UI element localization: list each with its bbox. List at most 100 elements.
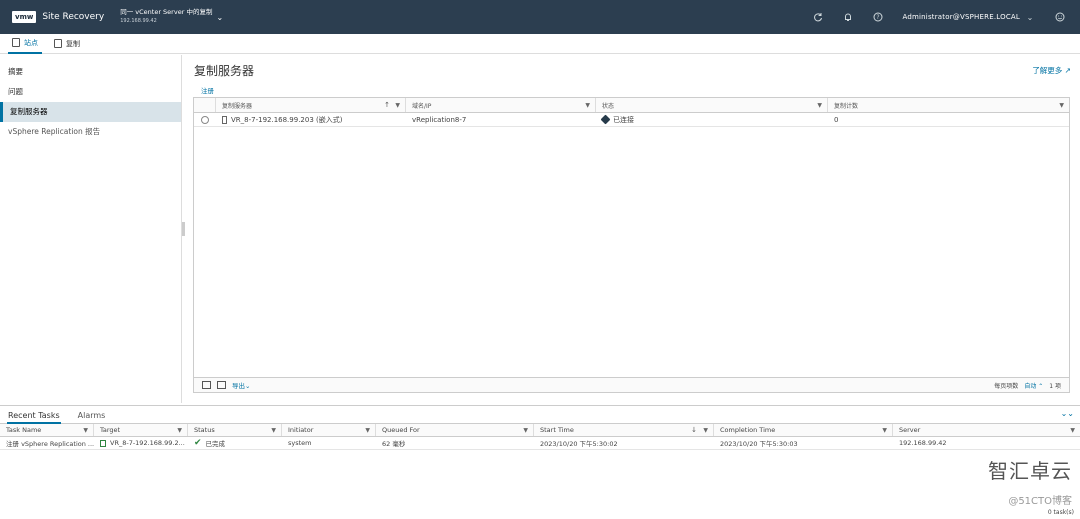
filter-icon[interactable]: ▼ <box>882 427 887 434</box>
cell-task-name: 注册 vSphere Replication ... <box>6 440 94 448</box>
column-header-target[interactable]: Target ▼ <box>94 424 188 436</box>
filter-icon[interactable]: ▼ <box>83 427 88 434</box>
register-button[interactable]: 注册 <box>201 85 214 95</box>
app-header: vmw Site Recovery 同一 vCenter Server 中的复制… <box>0 0 1080 34</box>
filter-icon[interactable]: ▼ <box>365 427 370 434</box>
tasks-grid-header: Task Name ▼ Target ▼ Status ▼ Initiator ▼ Qu… <box>0 424 1080 437</box>
learn-more-link[interactable]: 了解更多 ↗ <box>1032 65 1071 76</box>
collapse-panel-icon[interactable]: ⌄⌄ <box>1061 409 1074 418</box>
replication-servers-grid: 复制服务器 ↑ ▼ 域名/IP ▼ 状态 ▼ 复制计数 ▼ VR_8-7-192… <box>193 97 1070 393</box>
server-name[interactable]: VR_8-7-192.168.99.203 (嵌入式) <box>231 115 342 125</box>
vcenter-name: 同一 vCenter Server 中的复制 <box>120 8 213 16</box>
help-icon[interactable]: ? <box>872 11 884 23</box>
sort-asc-icon[interactable]: ↑ <box>384 101 390 109</box>
column-label: 域名/IP <box>412 102 432 110</box>
grid-footer: 导出⌄ 每页项数 自动 ⌃ 1 项 <box>194 377 1069 392</box>
chevron-down-icon[interactable]: ⌄ <box>216 13 223 22</box>
column-label: 状态 <box>602 102 615 110</box>
column-header-count[interactable]: 复制计数 ▼ <box>828 98 1069 112</box>
learn-more-label: 了解更多 <box>1032 66 1063 75</box>
filter-icon[interactable]: ▼ <box>395 102 400 109</box>
nav-item-vr-reports[interactable]: vSphere Replication 报告 <box>0 122 181 142</box>
check-icon: ✔ <box>194 438 202 448</box>
column-header-initiator[interactable]: Initiator ▼ <box>282 424 376 436</box>
cell-ip: vReplication8-7 <box>412 115 467 124</box>
vr-appliance-icon <box>100 439 106 447</box>
table-row[interactable]: VR_8-7-192.168.99.203 (嵌入式) vReplication… <box>194 113 1069 127</box>
column-label: Start Time <box>540 426 574 434</box>
tab-recent-tasks[interactable]: Recent Tasks <box>7 406 61 424</box>
column-header-queued-for[interactable]: Queued For ▼ <box>376 424 534 436</box>
filter-icon[interactable]: ▼ <box>523 427 528 434</box>
vcenter-picker[interactable]: 同一 vCenter Server 中的复制 192.168.99.42 <box>120 8 212 26</box>
table-row[interactable]: 注册 vSphere Replication ... VR_8-7-192.16… <box>0 437 1080 450</box>
grid-header: 复制服务器 ↑ ▼ 域名/IP ▼ 状态 ▼ 复制计数 ▼ <box>194 98 1069 113</box>
filter-icon[interactable]: ▼ <box>177 427 182 434</box>
filter-icon[interactable]: ▼ <box>1070 427 1075 434</box>
select-column-header <box>194 98 216 112</box>
server-icon <box>222 115 227 124</box>
left-navigation: 摘要 问题 复制服务器 vSphere Replication 报告 <box>0 55 182 403</box>
cell-count: 0 <box>834 115 839 124</box>
copy-icon <box>54 39 62 48</box>
export-label: 导出 <box>232 382 245 390</box>
tab-alarms[interactable]: Alarms <box>77 406 107 424</box>
sort-desc-icon[interactable]: ↓ <box>691 426 697 434</box>
column-header-status[interactable]: Status ▼ <box>188 424 282 436</box>
connected-icon <box>600 114 611 125</box>
smiley-feedback-icon[interactable] <box>1054 11 1066 23</box>
external-link-icon: ↗ <box>1064 66 1071 75</box>
vcenter-ip: 192.168.99.42 <box>120 18 157 24</box>
filter-icon[interactable]: ▼ <box>585 102 590 109</box>
user-menu[interactable]: Administrator@VSPHERE.LOCAL <box>902 13 1020 21</box>
cell-status: ✔ 已完成 <box>188 437 282 449</box>
export-button[interactable]: 导出⌄ <box>232 380 250 390</box>
column-label: Target <box>100 426 121 434</box>
column-toggle-icon[interactable] <box>202 381 211 389</box>
nav-item-replication-servers[interactable]: 复制服务器 <box>0 102 181 122</box>
recent-tasks-panel: Recent Tasks Alarms ⌄⌄ Task Name ▼ Target… <box>0 405 1080 519</box>
column-label: Server <box>899 426 921 434</box>
cell-status: 已连接 <box>596 113 828 126</box>
column-header-completion-time[interactable]: Completion Time ▼ <box>714 424 893 436</box>
tab-label: 站点 <box>24 38 38 47</box>
cell-completion-time: 2023/10/20 下午5:30:03 <box>720 440 798 448</box>
site-icon <box>12 38 20 47</box>
cell-queued-for: 62 毫秒 <box>382 440 406 448</box>
column-label: Queued For <box>382 426 420 434</box>
vmware-logo: vmw <box>12 11 37 23</box>
column-label: Initiator <box>288 426 314 434</box>
column-header-ip[interactable]: 域名/IP ▼ <box>406 98 596 112</box>
filter-icon[interactable]: ▼ <box>271 427 276 434</box>
bell-icon[interactable] <box>842 11 854 23</box>
status-text: 已连接 <box>613 115 634 124</box>
column-header-server[interactable]: Server ▼ <box>893 424 1080 436</box>
page-title: 复制服务器 <box>194 64 255 78</box>
column-header-task-name[interactable]: Task Name ▼ <box>0 424 94 436</box>
status-text: 已完成 <box>205 440 226 448</box>
cell-server: VR_8-7-192.168.99.203 (嵌入式) <box>216 113 406 126</box>
main-content: 复制服务器 了解更多 ↗ 注册 复制服务器 ↑ ▼ 域名/IP ▼ 状态 ▼ 复… <box>185 55 1080 403</box>
task-count: 0 task(s) <box>1047 509 1074 516</box>
refresh-icon[interactable] <box>812 11 824 23</box>
column-label: Completion Time <box>720 426 776 434</box>
detail-pane-icon[interactable] <box>217 381 226 389</box>
column-header-start-time[interactable]: Start Time ↓ ▼ <box>534 424 714 436</box>
tab-sites[interactable]: 站点 <box>8 34 42 54</box>
page-size-label: 每页项数 <box>994 382 1019 390</box>
chevron-down-icon[interactable]: ⌄ <box>1024 11 1036 23</box>
page-size-select[interactable]: 自动 ⌃ <box>1024 381 1043 390</box>
radio-button[interactable] <box>201 115 209 124</box>
nav-item-summary[interactable]: 摘要 <box>0 62 181 82</box>
column-label: 复制计数 <box>834 102 859 110</box>
filter-icon[interactable]: ▼ <box>703 427 708 434</box>
filter-icon[interactable]: ▼ <box>817 102 822 109</box>
filter-icon[interactable]: ▼ <box>1059 102 1064 109</box>
target-link[interactable]: VR_8-7-192.168.99.2... <box>110 439 185 447</box>
tab-replications[interactable]: 复制 <box>50 34 84 54</box>
column-header-status[interactable]: 状态 ▼ <box>596 98 828 112</box>
nav-item-issues[interactable]: 问题 <box>0 82 181 102</box>
row-select[interactable] <box>194 113 216 126</box>
column-header-server[interactable]: 复制服务器 ↑ ▼ <box>216 98 406 112</box>
column-label: Task Name <box>6 426 42 434</box>
